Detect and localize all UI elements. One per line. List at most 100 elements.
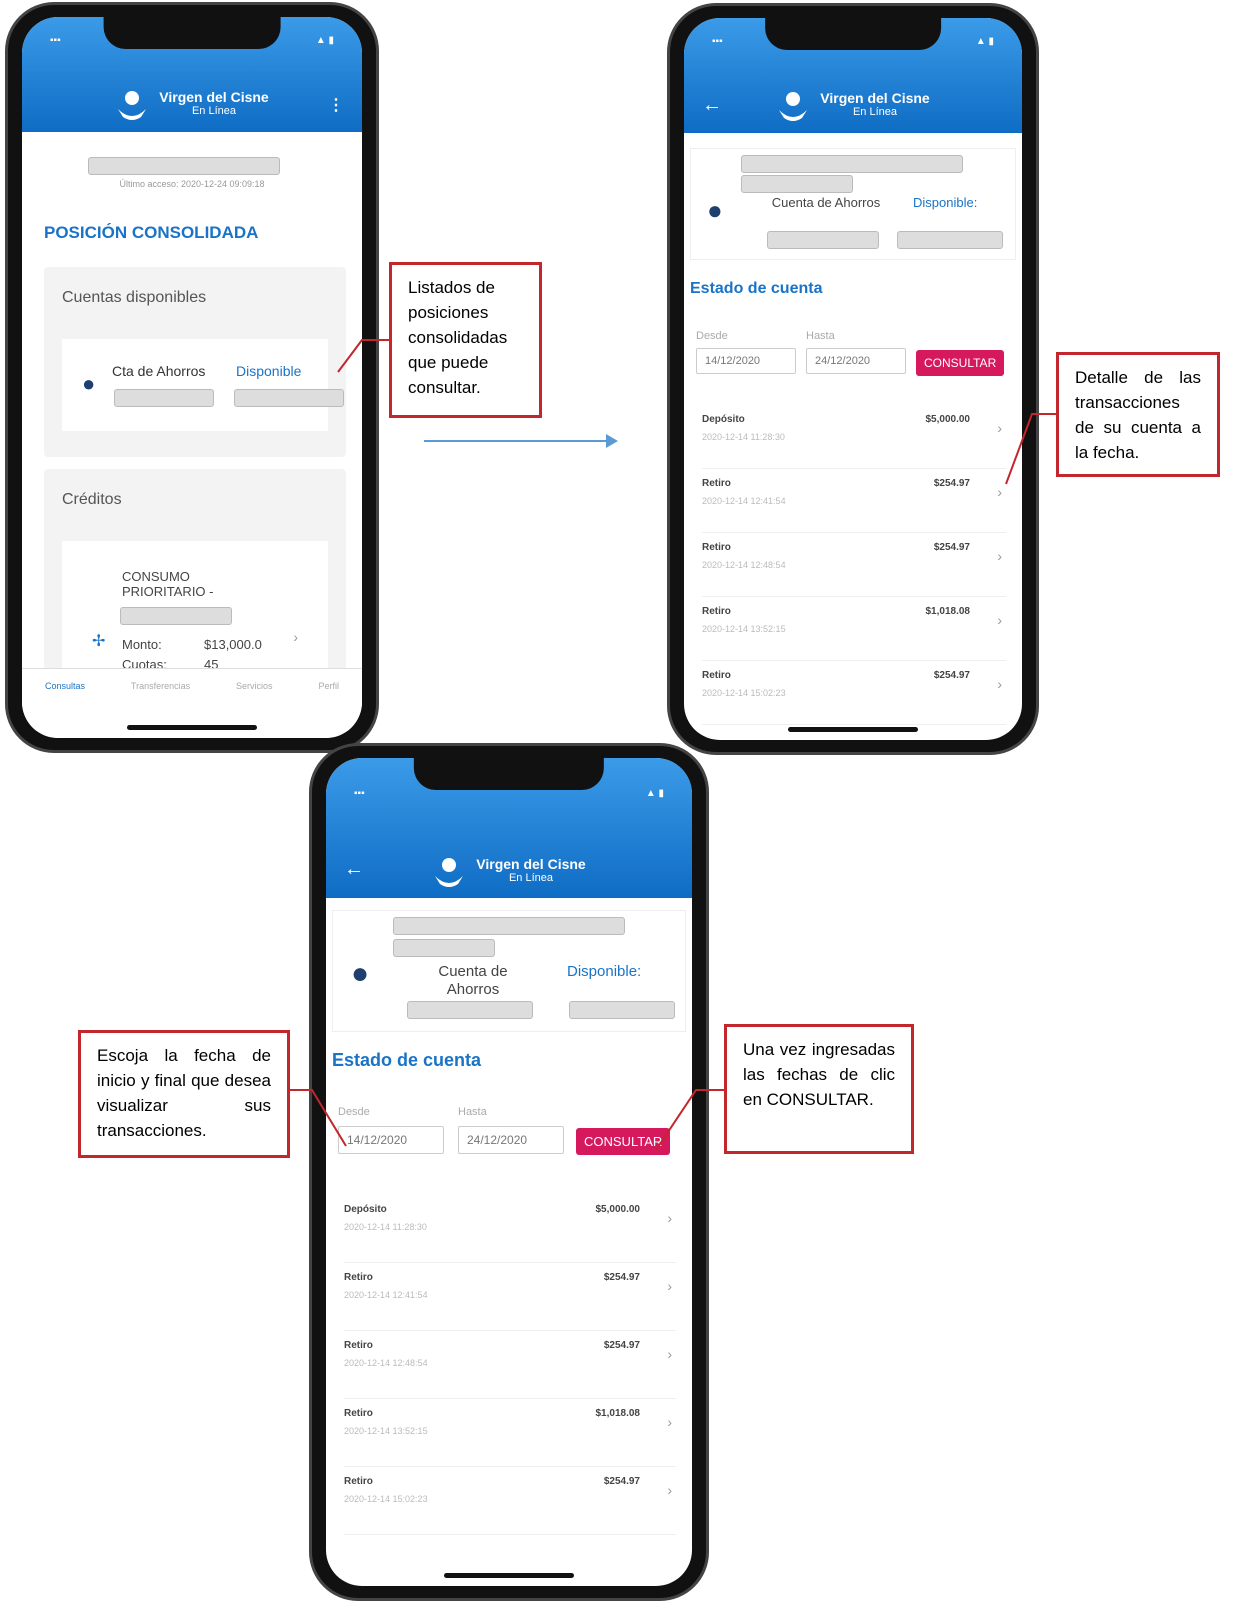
statement-title: Estado de cuenta <box>690 280 823 297</box>
transaction-type: Retiro <box>702 670 731 681</box>
arrow-right-icon <box>424 434 618 448</box>
user-icon: ● <box>351 957 370 990</box>
credits-title: Créditos <box>62 491 122 508</box>
account-type: Cuenta de Ahorros <box>438 963 508 998</box>
transaction-row[interactable]: Depósito 2020-12-14 11:28:30 $5,000.00 › <box>702 404 1006 469</box>
chevron-right-icon: › <box>997 612 1002 628</box>
signal-icon: ▪▪▪ <box>354 788 365 799</box>
transaction-date: 2020-12-14 13:52:15 <box>344 1426 428 1436</box>
transaction-row[interactable]: Retiro 2020-12-14 12:41:54 $254.97 › <box>702 468 1006 533</box>
transaction-row[interactable]: Depósito 2020-12-14 11:28:30 $5,000.00 › <box>344 1194 676 1263</box>
transaction-type: Retiro <box>702 606 731 617</box>
redacted-name <box>393 917 625 935</box>
brand-sub: En Línea <box>508 872 554 884</box>
transaction-type: Retiro <box>344 1476 373 1487</box>
transaction-amount: $1,018.08 <box>925 606 971 617</box>
redacted-number <box>407 1001 533 1019</box>
phone-statement: ▪▪▪ ▲ ▮ ← Virgen del Cisne En Línea ● Cu… <box>670 6 1036 752</box>
battery-icon: ▲ ▮ <box>315 35 334 46</box>
chevron-right-icon: › <box>997 676 1002 692</box>
connector-line <box>1005 413 1058 485</box>
transaction-type: Retiro <box>702 542 731 553</box>
brand-name: Virgen del Cisne <box>476 856 586 872</box>
transaction-row[interactable]: Retiro 2020-12-14 15:02:23 $254.97 › <box>702 660 1006 725</box>
user-name-redacted <box>88 157 280 180</box>
transaction-amount: $5,000.00 <box>595 1204 641 1215</box>
callout-consultar: Una vez ingresadas las fechas de clic en… <box>724 1024 914 1154</box>
redacted-number <box>114 389 214 407</box>
transaction-date: 2020-12-14 13:52:15 <box>702 624 786 634</box>
transaction-type: Retiro <box>702 478 731 489</box>
transaction-date: 2020-12-14 12:48:54 <box>702 560 786 570</box>
transaction-amount: $1,018.08 <box>595 1408 641 1419</box>
page-title: POSICIÓN CONSOLIDADA <box>44 223 259 242</box>
redacted-balance <box>569 1001 675 1019</box>
transaction-date: 2020-12-14 15:02:23 <box>344 1494 428 1504</box>
account-summary: ● Cuenta de Ahorros Disponible: <box>690 148 1016 260</box>
transaction-amount: $254.97 <box>603 1340 640 1351</box>
logo-icon <box>118 91 147 120</box>
logo-icon <box>435 858 464 887</box>
transaction-amount: $254.97 <box>933 478 970 489</box>
transaction-amount: $5,000.00 <box>925 414 971 425</box>
statement-title: Estado de cuenta <box>332 1050 482 1070</box>
phone-date-filter: ▪▪▪ ▲ ▮ ← Virgen del Cisne En Línea ● Cu… <box>312 746 706 1598</box>
transaction-type: Retiro <box>344 1272 373 1283</box>
redacted-name-2 <box>741 175 853 193</box>
transaction-row[interactable]: Retiro 2020-12-14 13:52:15 $1,018.08 › <box>344 1398 676 1467</box>
brand-sub: En Línea <box>191 105 237 117</box>
from-date-input[interactable]: 14/12/2020 <box>696 348 796 374</box>
to-date-input[interactable]: 24/12/2020 <box>458 1126 564 1154</box>
transaction-amount: $254.97 <box>603 1272 640 1283</box>
chevron-right-icon: › <box>667 1210 672 1226</box>
account-type: Cuenta de Ahorros <box>771 195 881 210</box>
redacted-name <box>741 155 963 173</box>
accounts-card: Cuentas disponibles ● Cta de Ahorros Dis… <box>44 267 346 457</box>
chevron-right-icon: › <box>293 629 298 645</box>
nav-consultas[interactable]: Consultas <box>45 681 85 738</box>
account-name: Cta de Ahorros <box>112 363 206 379</box>
to-label: Hasta <box>458 1106 487 1118</box>
connector-line <box>290 1089 347 1147</box>
screen: ▪▪▪ ▲ ▮ ← Virgen del Cisne En Línea ● Cu… <box>326 758 692 1586</box>
to-date-input[interactable]: 24/12/2020 <box>806 348 906 374</box>
callout-consolidated: Listados de posiciones consolidadas que … <box>389 262 542 418</box>
nav-perfil[interactable]: Perfil <box>318 681 339 738</box>
transaction-row[interactable]: Retiro 2020-12-14 12:41:54 $254.97 › <box>344 1262 676 1331</box>
credit-amount-label: Monto: <box>122 637 162 652</box>
from-date-input[interactable]: 14/12/2020 <box>338 1126 444 1154</box>
user-icon: ● <box>82 371 96 396</box>
transaction-date: 2020-12-14 15:02:23 <box>702 688 786 698</box>
home-indicator <box>788 727 918 732</box>
more-vertical-icon[interactable]: ⋮ <box>328 95 344 115</box>
brand: Virgen del Cisne En Línea <box>326 854 692 888</box>
transaction-amount: $254.97 <box>933 542 970 553</box>
transaction-row[interactable]: Retiro 2020-12-14 12:48:54 $254.97 › <box>702 532 1006 597</box>
last-access: Último acceso: 2020-12-24 09:09:18 <box>119 179 265 189</box>
logo-icon <box>779 92 808 121</box>
available-label: Disponible: <box>567 963 642 980</box>
redacted-name-2 <box>393 939 495 957</box>
transaction-date: 2020-12-14 12:41:54 <box>344 1290 428 1300</box>
battery-icon: ▲ ▮ <box>975 36 994 47</box>
notch <box>413 758 605 790</box>
transaction-row[interactable]: Retiro 2020-12-14 12:48:54 $254.97 › <box>344 1330 676 1399</box>
account-available: Disponible <box>236 363 302 379</box>
credit-amount: $13,000.0 <box>204 637 262 652</box>
transaction-date: 2020-12-14 11:28:30 <box>344 1222 427 1232</box>
transaction-date: 2020-12-14 11:28:30 <box>702 432 785 442</box>
credit-name: CONSUMO PRIORITARIO - <box>122 569 214 599</box>
transaction-row[interactable]: Retiro 2020-12-14 15:02:23 $254.97 › <box>344 1466 676 1535</box>
redacted-balance <box>897 231 1003 249</box>
transaction-type: Retiro <box>344 1408 373 1419</box>
brand-name: Virgen del Cisne <box>159 89 269 105</box>
consultar-button[interactable]: CONSULTAR <box>916 350 1005 376</box>
chevron-right-icon: › <box>997 548 1002 564</box>
transaction-row[interactable]: Retiro 2020-12-14 13:52:15 $1,018.08 › <box>702 596 1006 661</box>
screen: ▪▪▪ ▲ ▮ Virgen del Cisne En Línea ⋮ Últi… <box>22 17 362 738</box>
callout-dates: Escoja la fecha de inicio y final que de… <box>78 1030 290 1158</box>
transaction-type: Retiro <box>344 1340 373 1351</box>
transaction-amount: $254.97 <box>603 1476 640 1487</box>
account-item[interactable]: ● Cta de Ahorros Disponible <box>62 339 344 431</box>
chevron-right-icon: › <box>667 1482 672 1498</box>
